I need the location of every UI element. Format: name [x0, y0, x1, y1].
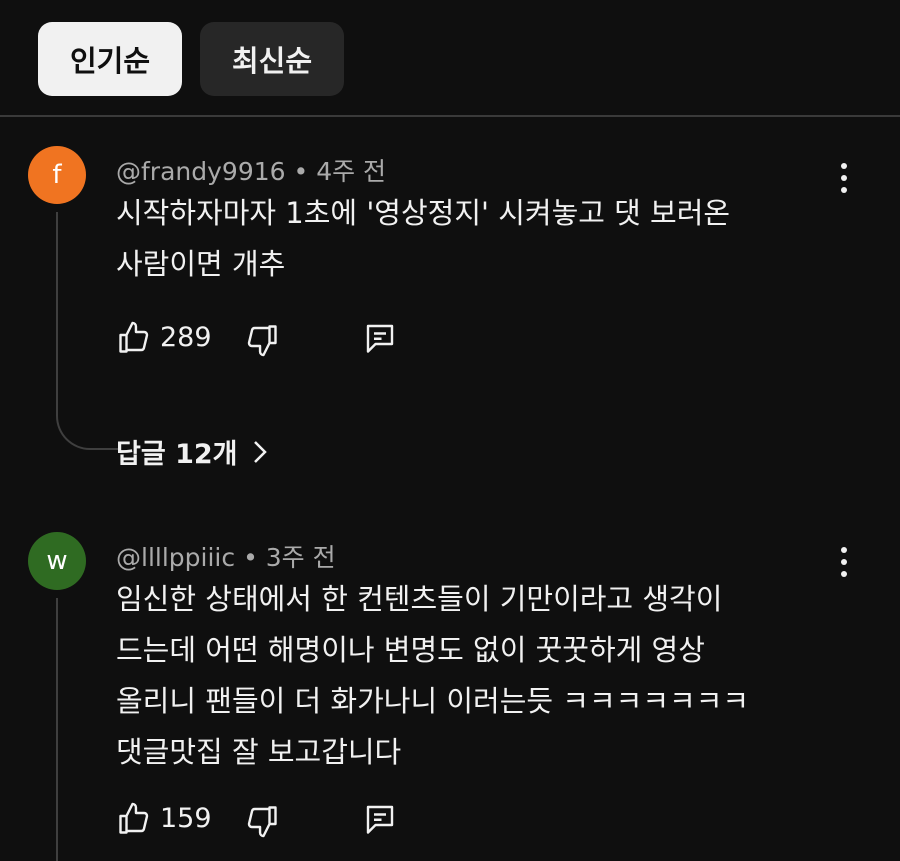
reply-icon[interactable]	[362, 801, 398, 837]
comment-text-line: 임신한 상태에서 한 컨텐츠들이 기만이라고 생각이	[116, 582, 723, 616]
thread-connector	[56, 408, 120, 450]
comment-author[interactable]: @frandy9916	[116, 157, 286, 186]
avatar-letter: f	[52, 160, 62, 190]
comment-text-line: 댓글맛집 잘 보고갑니다	[116, 735, 402, 769]
meta-separator: •	[293, 157, 309, 186]
chevron-right-icon	[253, 440, 267, 463]
comment-text: 임신한 상태에서 한 컨텐츠들이 기만이라고 생각이 드는데 어떤 해명이나 변…	[116, 574, 836, 778]
thumbs-down-icon[interactable]	[244, 803, 280, 839]
view-replies-button[interactable]: 답글 12개	[116, 432, 268, 471]
divider	[0, 115, 900, 117]
more-vertical-icon	[841, 547, 847, 553]
comment-time: 4주 전	[316, 157, 387, 186]
comment-text-line: 드는데 어떤 해명이나 변명도 없이 꿋꿋하게 영상	[116, 633, 705, 667]
avatar[interactable]: f	[28, 146, 86, 204]
thread-line	[56, 212, 58, 410]
comment-meta: @llllppiiic • 3주 전	[116, 538, 336, 574]
comment-text-line: 올리니 팬들이 더 화가나니 이러는듯 ㅋㅋㅋㅋㅋㅋㅋ	[116, 684, 750, 718]
comment-text: 시작하자마자 1초에 '영상정지' 시켜놓고 댓 보러온 사람이면 개추	[116, 188, 836, 290]
replies-label: 답글 12개	[116, 439, 238, 470]
sort-chip-newest[interactable]: 최신순	[200, 22, 344, 96]
comment-time: 3주 전	[265, 543, 336, 572]
thumbs-up-icon[interactable]	[116, 320, 152, 356]
comment-text-line: 시작하자마자 1초에 '영상정지' 시켜놓고 댓 보러온	[116, 196, 731, 230]
more-vertical-icon	[841, 163, 847, 169]
reply-icon[interactable]	[362, 320, 398, 356]
comment-text-line: 사람이면 개추	[116, 247, 286, 281]
like-count: 159	[160, 803, 212, 834]
avatar-letter: w	[46, 546, 68, 576]
like-count: 289	[160, 322, 212, 353]
thread-line	[56, 598, 58, 861]
comment-meta: @frandy9916 • 4주 전	[116, 152, 386, 188]
meta-separator: •	[243, 543, 258, 572]
comment-author[interactable]: @llllppiiic	[116, 543, 235, 572]
avatar[interactable]: w	[28, 532, 86, 590]
sort-chip-popular[interactable]: 인기순	[38, 22, 182, 96]
thumbs-down-icon[interactable]	[244, 322, 280, 358]
thumbs-up-icon[interactable]	[116, 801, 152, 837]
